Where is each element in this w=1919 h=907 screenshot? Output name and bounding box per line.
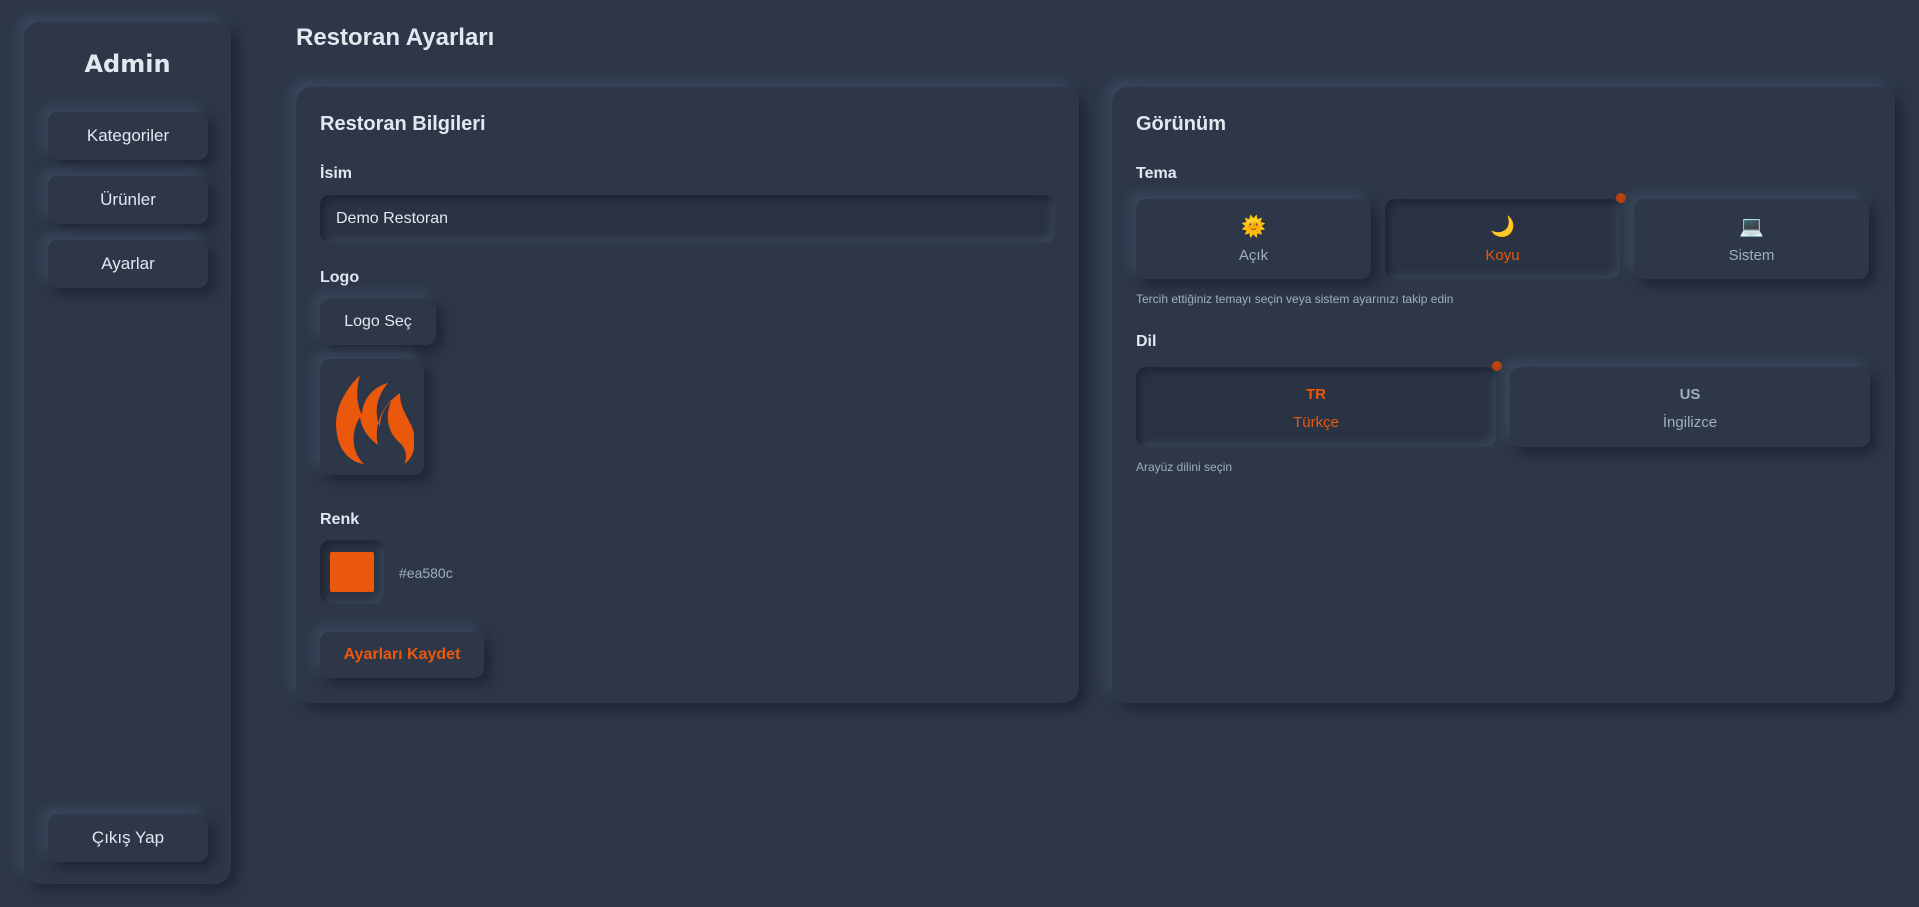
restaurant-info-title: Restoran Bilgileri xyxy=(320,113,486,135)
selected-indicator xyxy=(1616,193,1626,203)
choose-logo-button[interactable]: Logo Seç xyxy=(320,299,436,345)
theme-option-system[interactable]: 💻 Sistem xyxy=(1634,199,1869,279)
restaurant-info-card: Restoran Bilgileri İsim Logo Logo Seç Re… xyxy=(296,87,1079,703)
flag-tr-icon: TR xyxy=(1306,385,1326,403)
language-hint: Arayüz dilini seçin xyxy=(1136,460,1233,474)
language-label: Dil xyxy=(1136,333,1157,350)
language-option-label: Türkçe xyxy=(1293,413,1339,431)
color-hex-value: #ea580c xyxy=(399,565,453,581)
flame-icon xyxy=(336,375,414,464)
sidebar-title: Admin xyxy=(84,50,171,78)
language-option-us[interactable]: US İngilizce xyxy=(1510,367,1870,447)
theme-option-light[interactable]: 🌞 Açık xyxy=(1136,199,1371,279)
moon-icon: 🌙 xyxy=(1490,215,1515,238)
flag-us-icon: US xyxy=(1679,385,1701,403)
logo-preview xyxy=(320,359,424,475)
language-option-label: İngilizce xyxy=(1662,413,1718,431)
color-swatch xyxy=(330,552,374,592)
theme-label: Tema xyxy=(1136,165,1177,182)
logout-button[interactable]: Çıkış Yap xyxy=(48,814,208,862)
selected-indicator xyxy=(1492,361,1502,371)
color-label: Renk xyxy=(320,511,360,528)
save-settings-button[interactable]: Ayarları Kaydet xyxy=(320,632,484,678)
appearance-card: Görünüm Tema 🌞 Açık 🌙 Koyu 💻 Sistem Terc… xyxy=(1112,87,1895,703)
sun-icon: 🌞 xyxy=(1241,215,1266,238)
appearance-title: Görünüm xyxy=(1136,113,1226,135)
language-option-tr[interactable]: TR Türkçe xyxy=(1136,361,1502,447)
theme-option-dark[interactable]: 🌙 Koyu xyxy=(1385,193,1626,279)
theme-option-label: Koyu xyxy=(1485,246,1520,264)
sidebar: Admin Kategoriler Ürünler Ayarlar Çıkış … xyxy=(24,22,231,884)
restaurant-name-input[interactable] xyxy=(320,195,1055,243)
logo-label: Logo xyxy=(320,269,360,286)
name-label: İsim xyxy=(320,165,353,182)
sidebar-item-ayarlar[interactable]: Ayarlar xyxy=(48,240,208,288)
laptop-icon: 💻 xyxy=(1739,215,1764,238)
sidebar-item-urunler[interactable]: Ürünler xyxy=(48,176,208,224)
theme-hint: Tercih ettiğiniz temayı seçin veya siste… xyxy=(1136,292,1454,306)
sidebar-item-kategoriler[interactable]: Kategoriler xyxy=(48,112,208,160)
theme-option-label: Açık xyxy=(1238,246,1269,264)
theme-option-label: Sistem xyxy=(1728,246,1775,264)
page-title: Restoran Ayarları xyxy=(296,24,495,51)
color-picker[interactable] xyxy=(320,540,384,604)
